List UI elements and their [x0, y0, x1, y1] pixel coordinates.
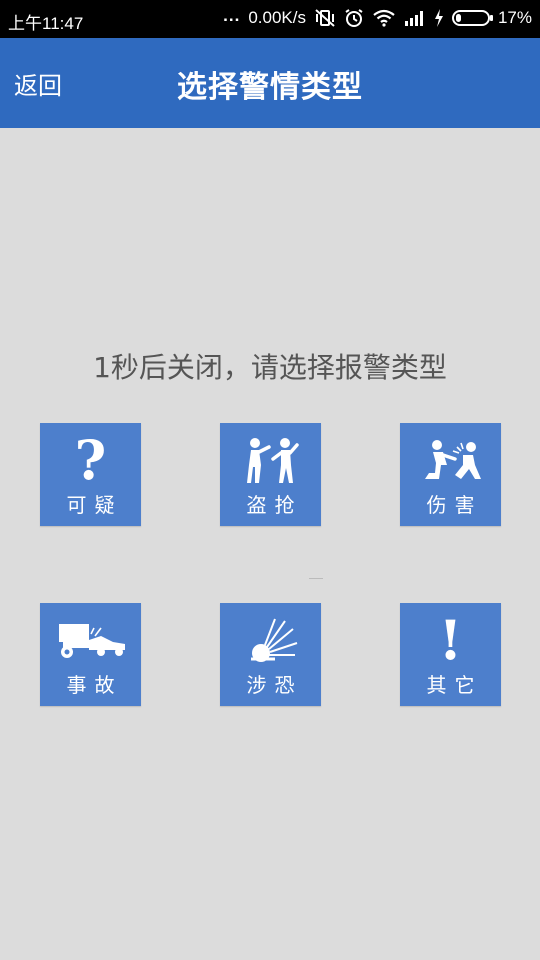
divider: [309, 578, 323, 579]
category-label: 涉恐: [246, 673, 303, 697]
category-accident-button[interactable]: 事故: [40, 603, 141, 706]
category-label: 伤害: [426, 493, 483, 517]
explosion-icon: [220, 611, 321, 669]
battery-fill: [455, 14, 461, 22]
title-bar: 返回 选择警情类型: [0, 38, 540, 128]
battery-percent: 17%: [497, 8, 532, 27]
wifi-icon: [372, 9, 396, 27]
status-time: 上午11:47: [8, 14, 84, 33]
status-icons: ... 0.00K/s 17%: [223, 6, 532, 28]
alarm-icon: [344, 8, 364, 28]
auto-close-notice: 1秒后关闭，请选择报警类型: [93, 351, 447, 384]
signal-icon: [404, 10, 426, 26]
assault-icon: [400, 431, 501, 489]
charging-icon: [434, 9, 444, 27]
category-terror-button[interactable]: 涉恐: [220, 603, 321, 706]
net-speed: 0.00K/s: [248, 8, 306, 27]
vibrate-off-icon: [314, 8, 336, 28]
exclamation-icon: !: [438, 608, 463, 672]
robbery-icon: [220, 431, 321, 489]
category-assault-button[interactable]: 伤害: [400, 423, 501, 526]
category-suspicious-button[interactable]: ? 可疑: [40, 423, 141, 526]
category-other-button[interactable]: ! 其它: [400, 603, 501, 706]
category-label: 可疑: [66, 493, 123, 517]
category-robbery-button[interactable]: 盗抢: [220, 423, 321, 526]
notification-dots: ...: [223, 6, 241, 25]
category-label: 事故: [66, 673, 123, 697]
category-label: 其它: [426, 673, 483, 697]
page-title: 选择警情类型: [177, 70, 363, 105]
status-bar: 上午11:47 ... 0.00K/s 17%: [0, 0, 540, 38]
battery-icon: [451, 10, 493, 26]
category-label: 盗抢: [246, 493, 303, 517]
question-icon: ?: [74, 428, 107, 492]
accident-icon: [40, 611, 141, 669]
